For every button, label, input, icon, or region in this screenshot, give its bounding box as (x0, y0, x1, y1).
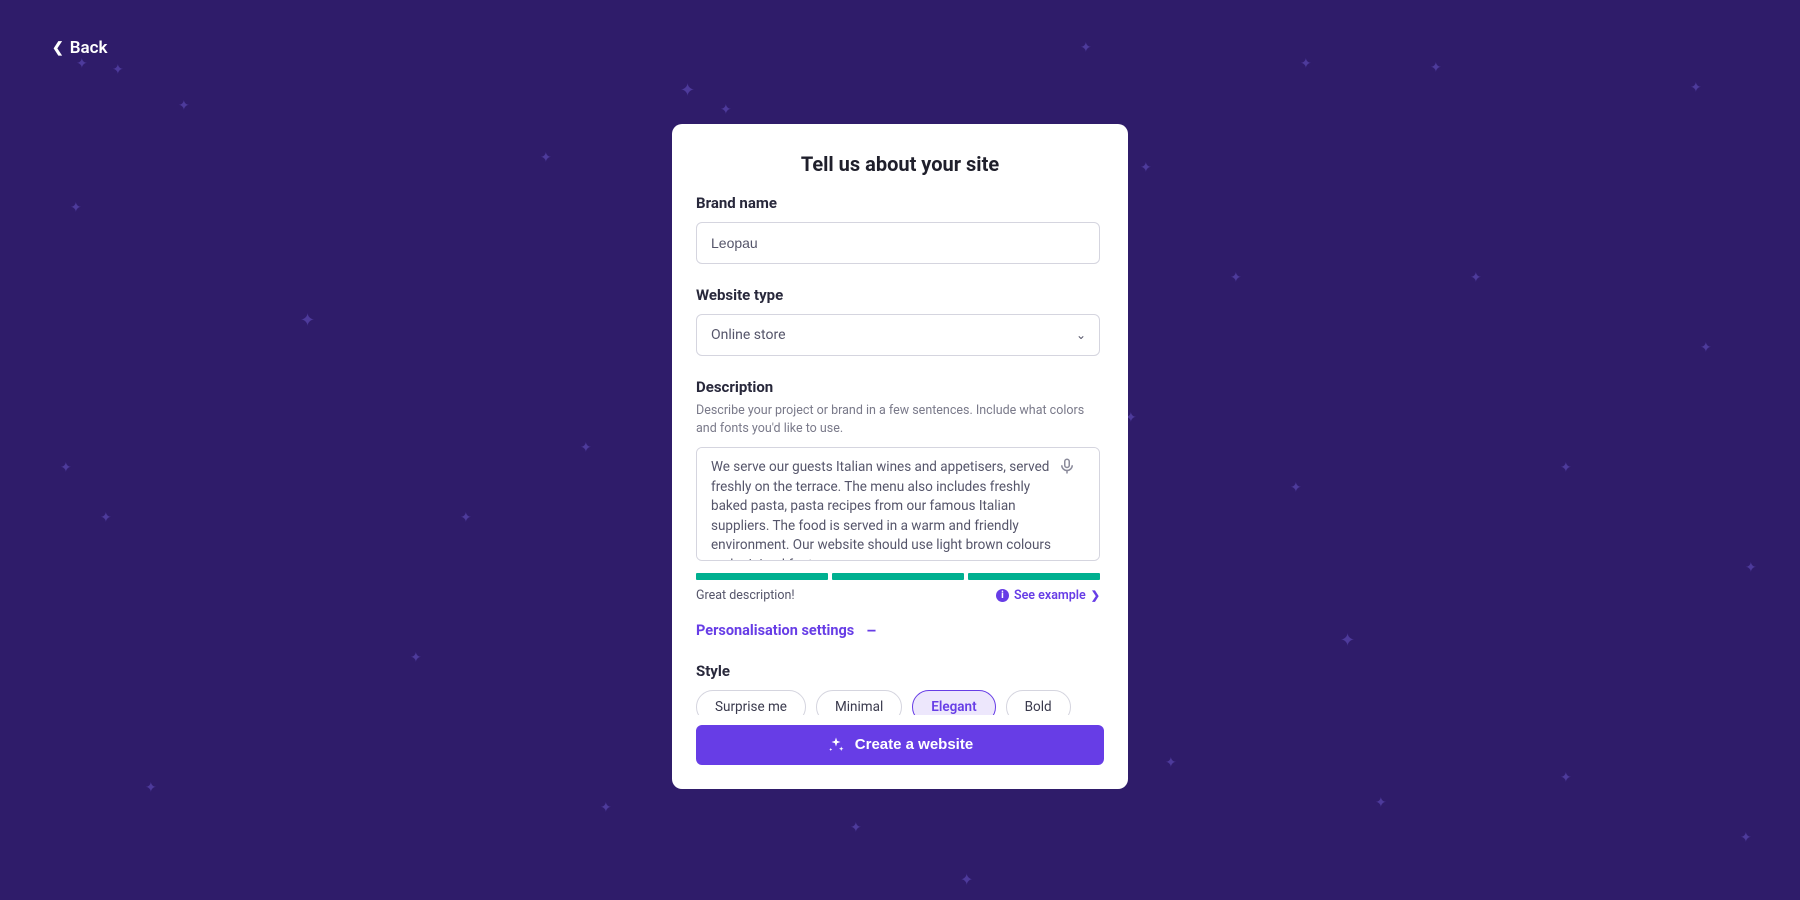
create-website-label: Create a website (855, 736, 973, 753)
see-example-label: See example (1014, 588, 1086, 603)
sparkle-icon (827, 736, 845, 754)
info-icon: i (996, 589, 1009, 602)
website-type-label: Website type (696, 286, 1100, 304)
brand-name-label: Brand name (696, 194, 1100, 212)
form-scroll-area[interactable]: Brand name Website type Online store ⌄ D… (696, 194, 1110, 715)
chevron-right-icon: ❯ (1091, 589, 1100, 602)
style-label: Style (696, 662, 1100, 680)
website-type-selected-value: Online store (711, 327, 786, 343)
back-label: Back (70, 38, 108, 58)
see-example-link[interactable]: i See example ❯ (996, 588, 1100, 603)
brand-name-input[interactable] (696, 222, 1100, 264)
chevron-left-icon: ❮ (52, 40, 64, 56)
description-textarea[interactable] (696, 447, 1100, 561)
minus-icon: – (866, 621, 876, 640)
style-chip-elegant[interactable]: Elegant (912, 690, 995, 715)
personalisation-label: Personalisation settings (696, 622, 854, 639)
website-type-select[interactable]: Online store (696, 314, 1100, 356)
site-setup-card: Tell us about your site Brand name Websi… (672, 124, 1128, 789)
description-feedback: Great description! (696, 588, 795, 603)
microphone-icon[interactable] (1058, 457, 1076, 475)
description-strength-bar (696, 573, 1100, 580)
style-chip-minimal[interactable]: Minimal (816, 690, 902, 715)
style-chip-surprise-me[interactable]: Surprise me (696, 690, 806, 715)
card-title: Tell us about your site (696, 152, 1104, 176)
style-group: Style Surprise me Minimal Elegant Bold (696, 662, 1100, 715)
brand-name-group: Brand name (696, 194, 1100, 264)
description-group: Description Describe your project or bra… (696, 378, 1100, 603)
description-hint: Describe your project or brand in a few … (696, 402, 1100, 437)
website-type-group: Website type Online store ⌄ (696, 286, 1100, 356)
description-label: Description (696, 378, 1100, 396)
style-chip-bold[interactable]: Bold (1006, 690, 1071, 715)
back-button[interactable]: ❮ Back (52, 38, 108, 58)
style-chips-row: Surprise me Minimal Elegant Bold (696, 690, 1100, 715)
create-website-button[interactable]: Create a website (696, 725, 1104, 765)
personalisation-toggle[interactable]: Personalisation settings – (696, 621, 1100, 640)
